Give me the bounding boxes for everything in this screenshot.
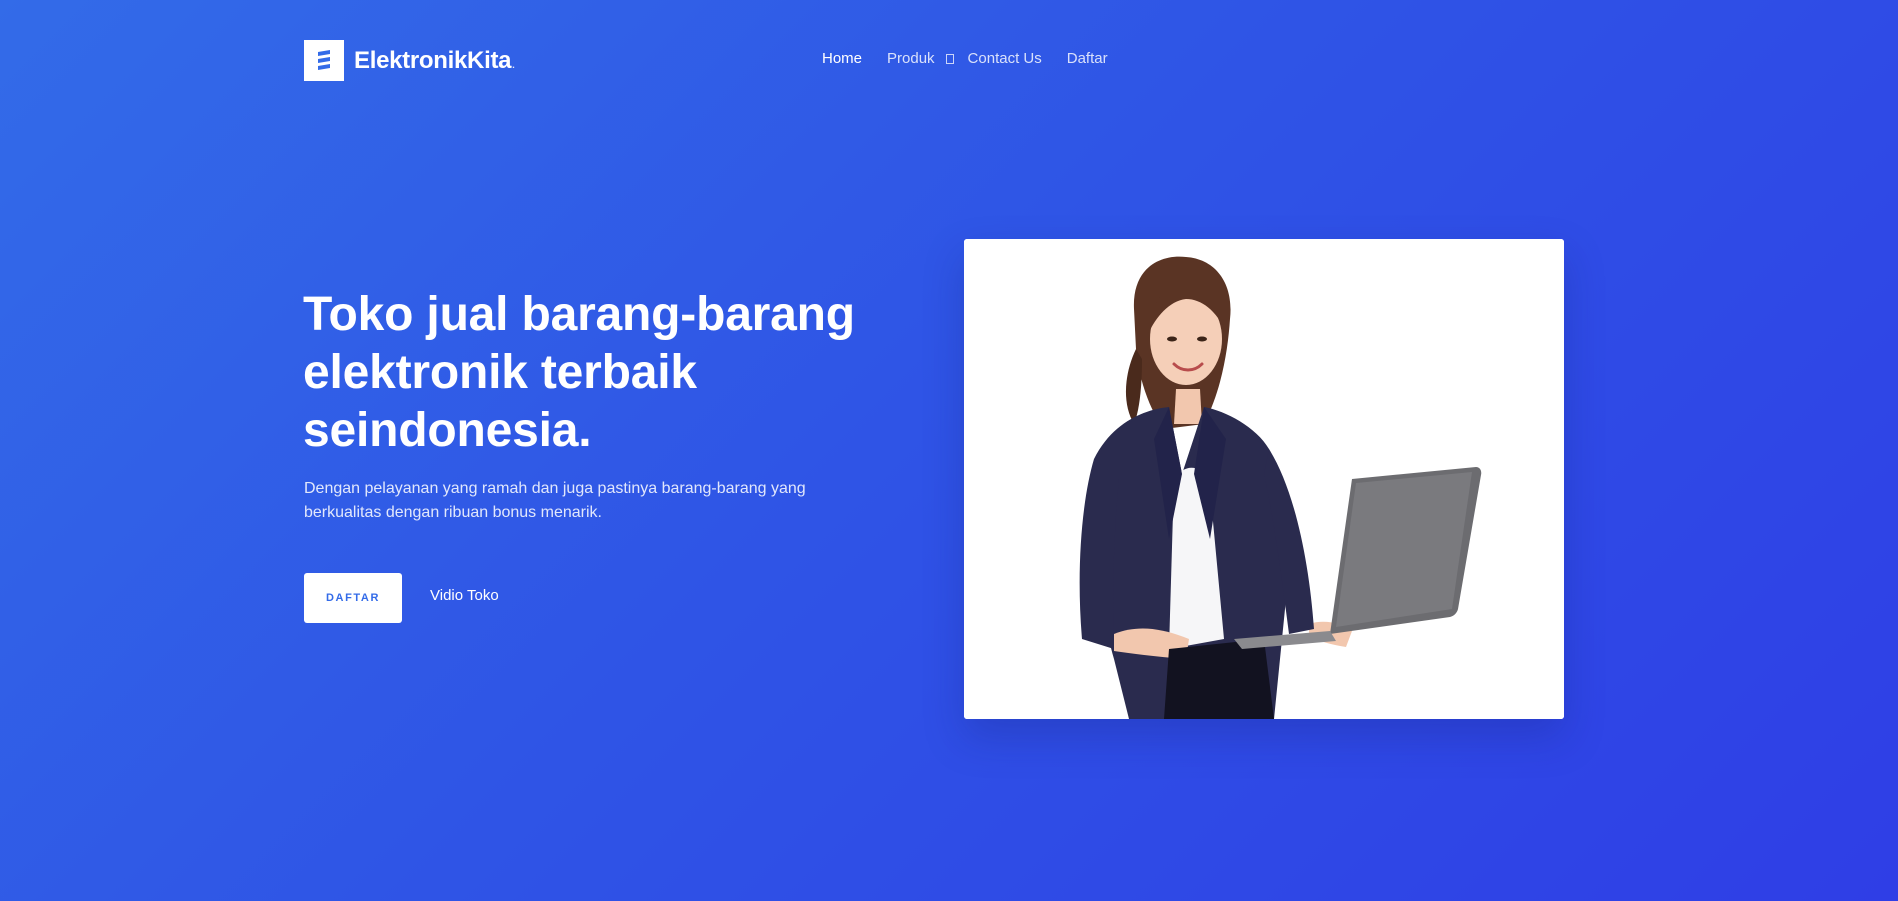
stacked-bars-logo-icon <box>318 49 330 70</box>
nav-item-produk-label: Produk <box>887 50 935 67</box>
main-nav: Home Produk Contact Us Daftar <box>822 50 1108 67</box>
chevron-down-icon <box>945 54 954 64</box>
nav-item-produk[interactable]: Produk <box>887 50 954 67</box>
brand-suffix: . <box>512 59 515 70</box>
woman-with-laptop-image <box>964 239 1564 719</box>
hero-image-card <box>964 239 1564 719</box>
brand-text: ElektronikKita <box>354 46 512 74</box>
daftar-button[interactable]: DAFTAR <box>304 573 402 623</box>
video-toko-link[interactable]: Vidio Toko <box>430 587 499 604</box>
site-header: ElektronikKita . <box>304 40 515 81</box>
nav-item-home[interactable]: Home <box>822 50 862 67</box>
nav-item-daftar[interactable]: Daftar <box>1067 50 1108 67</box>
nav-item-contact-us[interactable]: Contact Us <box>968 50 1042 67</box>
brand-name[interactable]: ElektronikKita . <box>354 46 515 75</box>
logo-icon[interactable] <box>304 40 344 81</box>
hero-title: Toko jual barang-barang elektronik terba… <box>303 288 855 457</box>
hero-subtitle: Dengan pelayanan yang ramah dan juga pas… <box>304 480 806 521</box>
